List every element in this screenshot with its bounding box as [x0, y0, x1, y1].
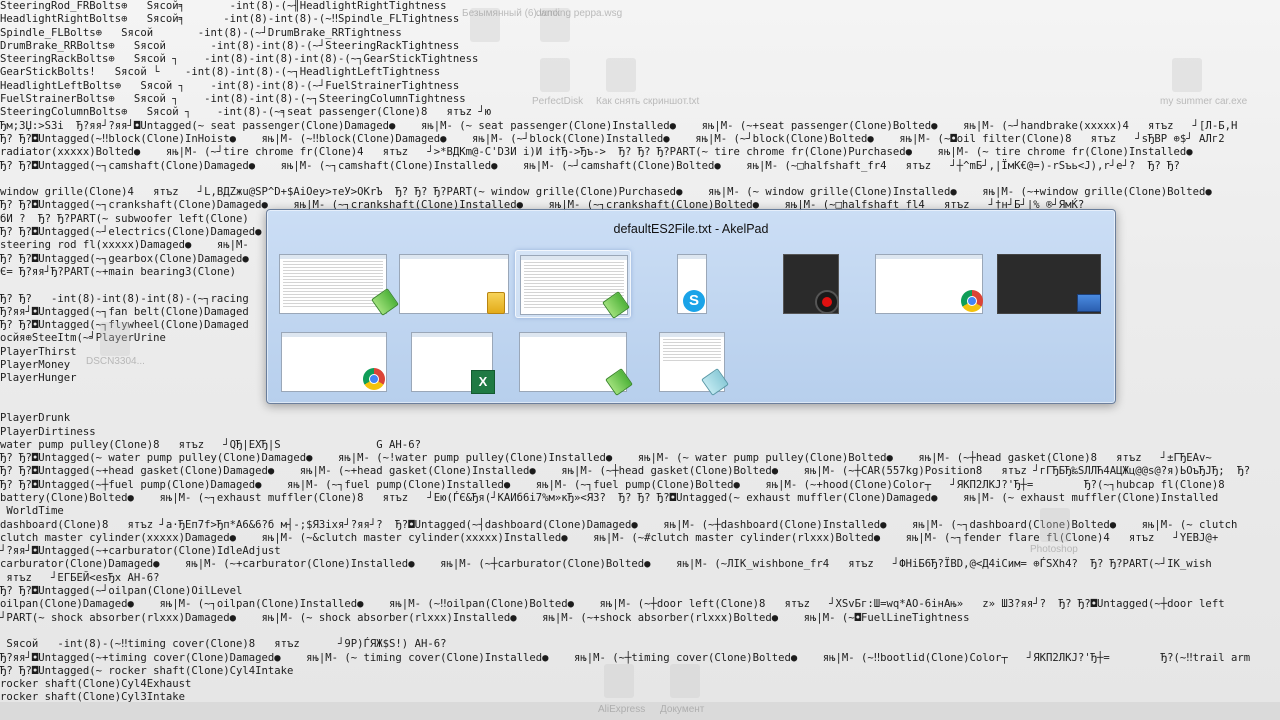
record-icon: [815, 290, 839, 314]
editor-line: ┘?яя┘◘Untagged(~+carburator(Clone)IdleAd…: [0, 545, 281, 558]
desktop-ghost-label: DSCN3304...: [86, 356, 145, 367]
editor-line: Ђ? Ђ?◘Untagged(~ water pump pulley(Clone…: [0, 452, 1212, 465]
editor-line: HeadlightRightBolts⊕ Ѕясой╕ -int(8)-int(…: [0, 13, 460, 26]
desktop-ghost-icon: [1040, 508, 1070, 542]
switcher-thumb-chrome-1[interactable]: [873, 252, 989, 316]
switcher-thumb-akelpad-1[interactable]: [279, 252, 399, 316]
desktop-ghost-icon: [670, 664, 700, 698]
desktop-ghost-icon: [606, 58, 636, 92]
switcher-thumb-explorer[interactable]: [397, 252, 511, 316]
switcher-title: defaultES2File.txt - AkelPad: [613, 222, 769, 236]
switcher-thumb-skype[interactable]: S: [667, 252, 717, 316]
editor-line: DrumBrake_RRBolts⊕ Ѕясой -int(8)-int(8)-…: [0, 39, 460, 52]
skype-icon: S: [683, 290, 705, 312]
editor-line: oilpan(Clone)Damaged● яњ|M- (~┐oilpan(Cl…: [0, 598, 1225, 611]
chrome-icon: [961, 290, 983, 312]
switcher-thumb-akelpad-2-selected[interactable]: [515, 250, 631, 319]
desktop-ghost-label: PerfectDisk: [532, 96, 584, 107]
chrome-icon: [363, 368, 385, 390]
editor-line: rocker shaft(Clone)Cyl4Exhaust: [0, 678, 192, 691]
editor-line: GearStickBolts! Ѕясой └ -int(8)-int(8)-(…: [0, 66, 441, 79]
desktop-ghost-label: my summer car.exe: [1160, 96, 1248, 107]
switcher-thumb-akelpad-3[interactable]: [517, 330, 633, 396]
desktop-ghost-icon: [100, 322, 130, 356]
editor-line: Ђ? Ђ?◘Untagged(~┘oilpan(Clone)OilLevel: [0, 585, 243, 598]
desktop-ghost-label: dancing peppa.wsg: [536, 8, 623, 19]
window-switcher[interactable]: defaultES2File.txt - AkelPad S X: [266, 209, 1116, 404]
editor-line: Ђ? Ђ?◘Untagged(~‼block(Clone)InHoist● яњ…: [0, 132, 1225, 145]
editor-line: Spindle_FLBolts⊕ Ѕясой -int(8)-(~┘DrumBr…: [0, 26, 402, 39]
editor-line: Ѕясой -int(8)-(~‼timing cover(Clone)8 ят…: [0, 638, 447, 651]
desktop-ghost-icon: [540, 58, 570, 92]
editor-line: dashboard(Clone)8 ятъz ┘a·ЂЕп7f>Ђп*А6&6?…: [0, 518, 1238, 531]
desktop-ghost-icon: [604, 664, 634, 698]
switcher-thumb-desktop[interactable]: [995, 252, 1103, 316]
editor-line: Ђ? Ђ?◘Untagged(~┼fuel pump(Clone)Damaged…: [0, 478, 1225, 491]
switcher-thumb-chrome-2[interactable]: [279, 330, 389, 394]
editor-line: Ђ? Ђ?◘Untagged(~+head gasket(Clone)Damag…: [0, 465, 1251, 478]
editor-line: SteeringColumnBolts⊕ Ѕясой ┐ -int(8)-(~╕…: [0, 106, 492, 119]
editor-line: window grille(Clone)4 ятъz ┘L,ВДZжu@SP^D…: [0, 186, 1212, 199]
desktop-ghost-icon: [1172, 58, 1202, 92]
desktop-ghost-label: Photoshop: [1030, 544, 1078, 555]
switcher-thumb-notepad[interactable]: [657, 330, 729, 396]
editor-line: Ђм;3Џ:>Ѕ3і Ђ?яя┘?яя┘◘Untagged(~ seat pas…: [0, 119, 1238, 132]
editor-line: radiator(xxxxx)Bolted● яњ|M- (~┘tire chr…: [0, 146, 1193, 159]
editor-line: clutch master cylinder(xxxxx)Damaged● яњ…: [0, 531, 1219, 544]
editor-line: WorldTime: [0, 505, 64, 518]
editor-line: Ђ? Ђ?◘Untagged(~ rocker shaft(Clone)Cyl4…: [0, 664, 294, 677]
editor-line: carburator(Clone)Damaged● яњ|M- (~+carbu…: [0, 558, 1212, 571]
editor-line: ┘PART(~ shock absorber(rlxxx)Damaged● яњ…: [0, 611, 970, 624]
editor-line: HeadlightLeftBolts⊕ Ѕясой ┐ -int(8)-int(…: [0, 79, 460, 92]
editor-line: battery(Clone)Bolted● яњ|M- (~┐exhaust m…: [0, 491, 1219, 504]
editor-line: SteeringRackBolts⊕ Ѕясой ┐ -int(8)-int(8…: [0, 53, 479, 66]
editor-line: ятъz ┘ЕГБЕЙ<еsЂх AH-6?: [0, 571, 160, 584]
editor-line: water pump pulley(Clone)8 ятъz ┘QЂ|EXЂ|S…: [0, 438, 421, 451]
folder-icon: [487, 292, 505, 314]
editor-line: SteeringRod_FRBolts⊕ Ѕясой╕ -int(8)-(~╢H…: [0, 0, 447, 12]
taskbar-ghost: [0, 702, 1280, 720]
desktop-icon: [1077, 294, 1101, 312]
editor-line: Ђ? Ђ?◘Untagged(~┐camshaft(Clone)Damaged●…: [0, 159, 1180, 172]
switcher-thumb-recorder[interactable]: [779, 252, 841, 316]
editor-line: Ђ?яя┘◘Untagged(~+timing cover(Clone)Dama…: [0, 651, 1251, 664]
switcher-thumb-excel[interactable]: X: [409, 330, 497, 394]
editor-line: PlayerDirtiness: [0, 425, 96, 438]
excel-icon: X: [471, 370, 495, 394]
desktop-ghost-label: Как снять скриншот.txt: [596, 96, 700, 107]
editor-line: PlayerDrunk: [0, 412, 71, 425]
